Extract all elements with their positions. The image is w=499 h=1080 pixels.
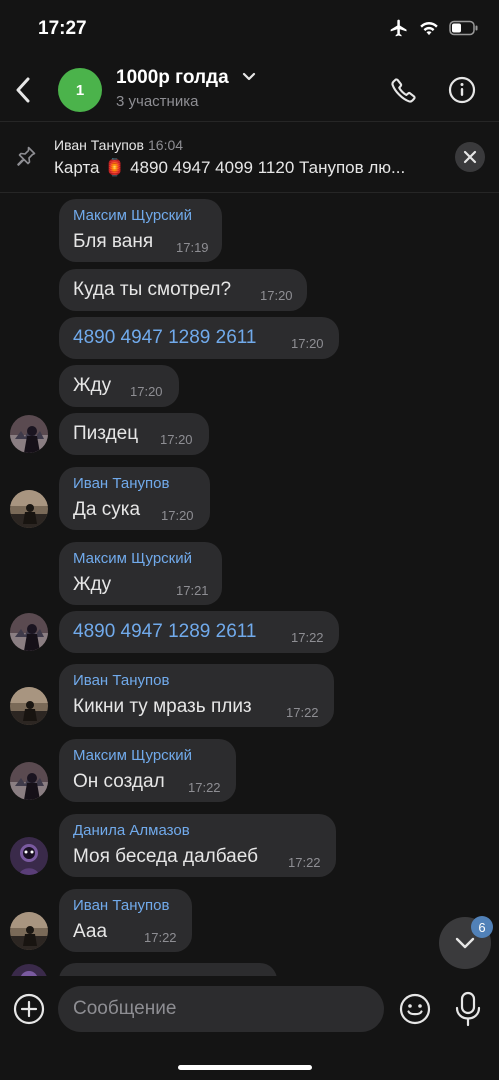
message-bubble[interactable]: Иван Танупов Кикни ту мразь плиз 17:22 (59, 664, 334, 727)
avatar-danila[interactable] (10, 837, 48, 875)
phone-icon (391, 78, 416, 103)
avatar-maxim[interactable] (10, 415, 48, 453)
message-text: Пиздец (73, 423, 139, 444)
message-bubble[interactable]: Максим Щурский Он создал 17:22 (59, 739, 236, 802)
message-time: 17:22 (286, 705, 319, 720)
close-icon (463, 150, 477, 164)
airplane-icon (390, 19, 407, 37)
emoji-icon[interactable] (398, 992, 432, 1026)
message-sender[interactable]: Максим Щурский (73, 207, 192, 224)
message-bubble[interactable]: Пиздец 17:20 (59, 413, 209, 455)
message-sender[interactable]: Иван Танупов (73, 475, 169, 492)
chat-header: 1 1000р голда 3 участника (0, 60, 499, 120)
pinned-author-name: Иван Танупов (54, 137, 144, 153)
chat-title[interactable]: 1000р голда (116, 67, 229, 89)
info-button[interactable] (444, 72, 480, 108)
message-time: 17:20 (130, 384, 163, 399)
message-time: 17:22 (288, 855, 321, 870)
message-input[interactable] (58, 986, 384, 1032)
call-button[interactable] (386, 72, 422, 108)
message-time: 17:20 (291, 336, 324, 351)
microphone-icon[interactable] (452, 990, 484, 1028)
unread-badge: 6 (471, 916, 493, 938)
message-sender[interactable]: Максим Щурский (73, 550, 192, 567)
message-bubble[interactable]: Данила Алмазов Моя беседа далбаеб 17:22 (59, 814, 336, 877)
composer (0, 976, 499, 1080)
chevron-left-icon (16, 77, 30, 103)
message-text: Бля ваня (73, 231, 154, 252)
avatar-ivan[interactable] (10, 687, 48, 725)
add-attachment-button[interactable] (12, 992, 46, 1026)
message-bubble[interactable]: Иван Танупов Ааа 17:22 (59, 889, 192, 952)
chevron-down-icon[interactable] (242, 72, 256, 82)
close-pinned-button[interactable] (455, 142, 485, 172)
message-time: 17:20 (160, 432, 193, 447)
chat-subtitle: 3 участника (116, 93, 199, 110)
home-indicator (178, 1065, 312, 1070)
info-icon (448, 76, 476, 104)
avatar-danila[interactable] (10, 964, 48, 976)
message-bubble[interactable]: 4890 4947 1289 2611 17:22 (59, 611, 339, 653)
message-time: 17:20 (161, 508, 194, 523)
message-time: 17:20 (260, 288, 293, 303)
message-text: Жду (73, 574, 112, 595)
pinned-time: 16:04 (148, 137, 184, 153)
status-bar: 17:27 (0, 0, 499, 60)
avatar-ivan[interactable] (10, 912, 48, 950)
message-time: 17:22 (144, 930, 177, 945)
message-bubble[interactable]: Куда ты смотрел? 17:20 (59, 269, 307, 311)
message-time: 17:22 (188, 780, 221, 795)
back-button[interactable] (8, 70, 38, 110)
message-bubble[interactable]: Жду 17:20 (59, 365, 179, 407)
message-text: Он создал (73, 771, 165, 792)
message-sender[interactable]: Иван Танупов (73, 672, 169, 689)
message-text: Куда ты смотрел? (73, 279, 232, 300)
chevron-down-icon (455, 937, 475, 949)
message-bubble[interactable]: Максим Щурский Жду 17:21 (59, 542, 222, 605)
message-text: Моя беседа далбаеб (73, 846, 258, 867)
message-sender[interactable]: Максим Щурский (73, 747, 192, 764)
card-number-link[interactable]: 4890 4947 1289 2611 (73, 327, 257, 349)
message-bubble[interactable]: Максим Щурский Бля ваня 17:19 (59, 199, 222, 262)
pin-icon (17, 146, 36, 166)
message-text: Да сука (73, 499, 141, 520)
avatar-ivan[interactable] (10, 490, 48, 528)
avatar-maxim[interactable] (10, 762, 48, 800)
message-bubble[interactable] (59, 963, 277, 976)
message-time: 17:19 (176, 240, 209, 255)
status-time: 17:27 (38, 18, 87, 39)
wifi-icon (420, 22, 438, 36)
battery-icon (449, 20, 478, 36)
message-time: 17:22 (291, 630, 324, 645)
message-time: 17:21 (176, 583, 209, 598)
message-text: Кикни ту мразь плиз (73, 696, 252, 717)
message-text: Ааа (73, 921, 108, 942)
message-bubble[interactable]: 4890 4947 1289 2611 17:20 (59, 317, 339, 359)
pinned-message[interactable]: Иван Танупов 16:04 Карта 🏮 4890 4947 4099… (0, 121, 499, 193)
message-text: Жду (73, 375, 112, 396)
group-avatar[interactable]: 1 (58, 68, 102, 112)
status-icons (389, 18, 479, 38)
card-number-link[interactable]: 4890 4947 1289 2611 (73, 621, 257, 643)
avatar-maxim[interactable] (10, 613, 48, 651)
message-sender[interactable]: Иван Танупов (73, 897, 169, 914)
message-bubble[interactable]: Иван Танупов Да сука 17:20 (59, 467, 210, 530)
pinned-text: Карта 🏮 4890 4947 4099 1120 Танупов лю..… (54, 158, 406, 177)
message-list[interactable]: Максим Щурский Бля ваня 17:19 Куда ты см… (0, 194, 499, 976)
pinned-author: Иван Танупов 16:04 (54, 137, 183, 153)
message-sender[interactable]: Данила Алмазов (73, 822, 190, 839)
